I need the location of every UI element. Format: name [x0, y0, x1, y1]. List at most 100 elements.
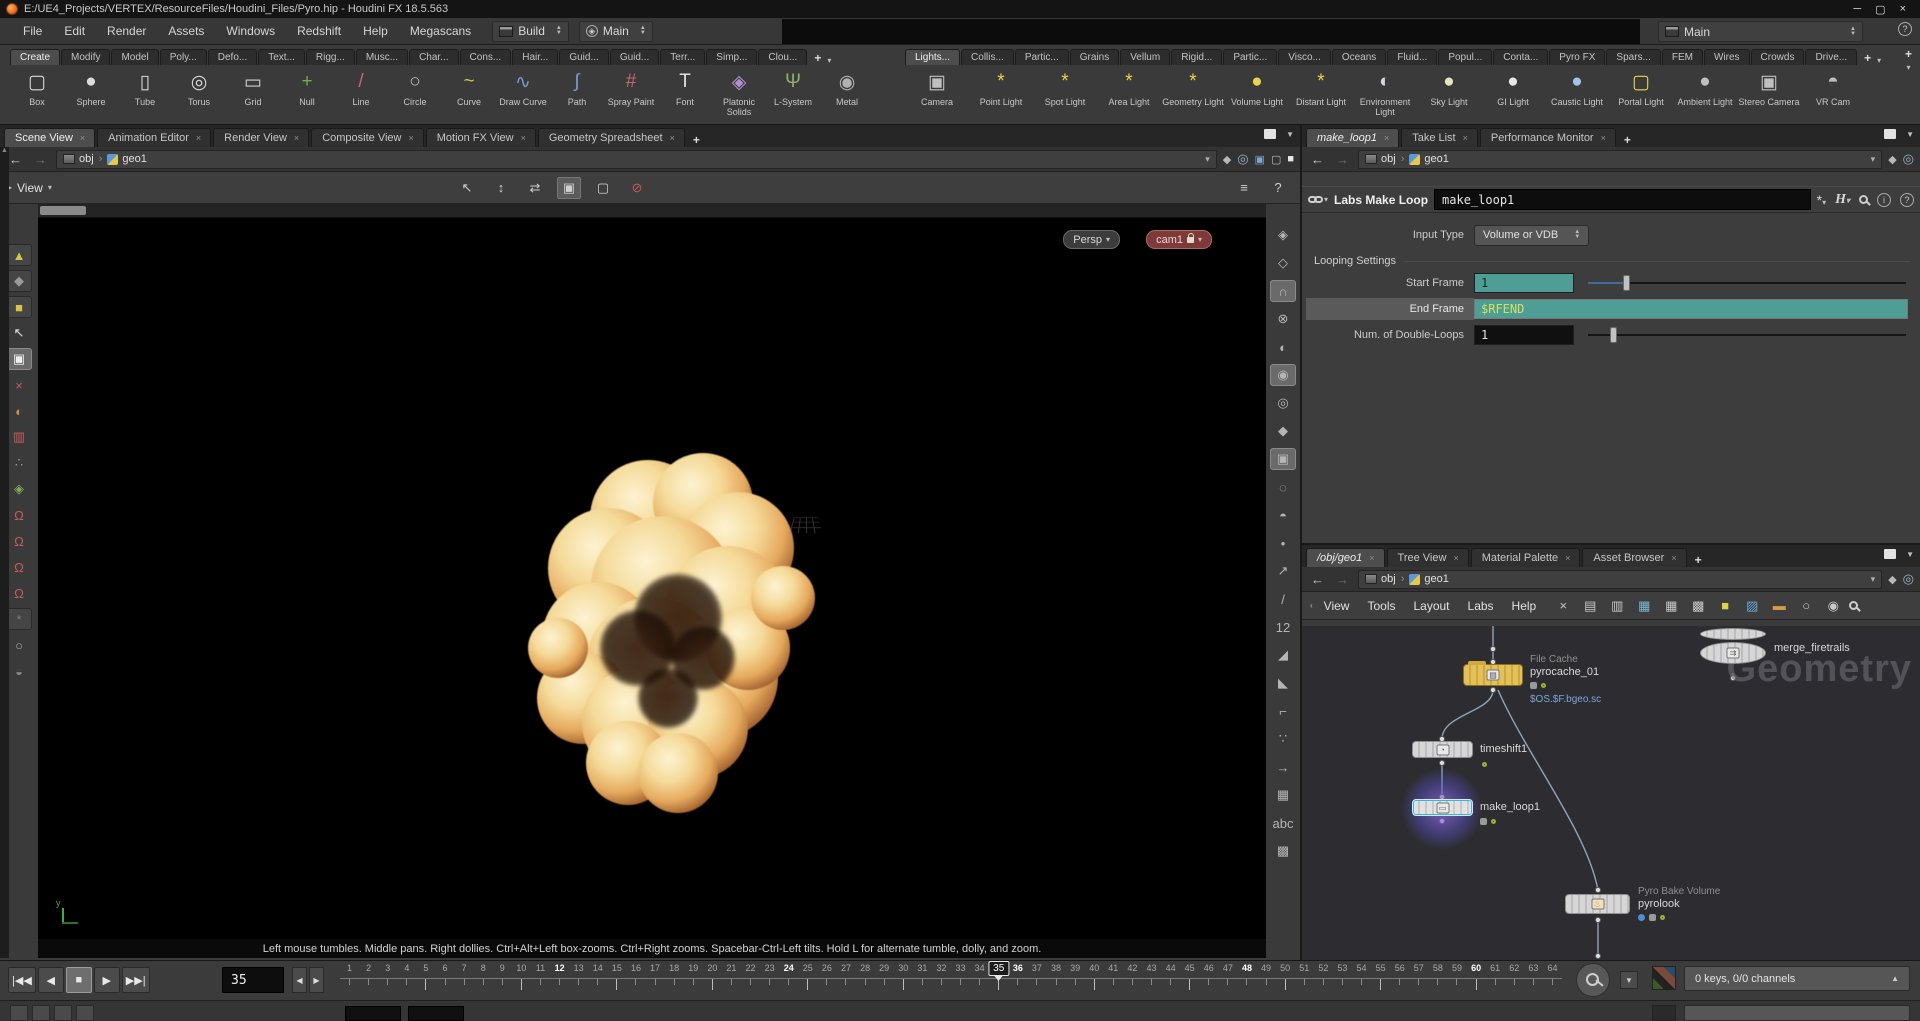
back-button[interactable]: ←: [1308, 152, 1327, 167]
shelf-tool-curve[interactable]: ~Curve: [442, 68, 496, 121]
shelf-tab-collis[interactable]: Collis...: [961, 49, 1014, 65]
lock-icon[interactable]: ▣: [6, 348, 32, 370]
range-end-field[interactable]: [408, 1006, 464, 1021]
camera-view-button[interactable]: cam1 ▾: [1146, 230, 1212, 249]
shelf-tab-pyrofx[interactable]: Pyro FX: [1549, 49, 1605, 65]
current-frame-field[interactable]: 35: [222, 967, 284, 993]
double-loops-slider[interactable]: [1588, 325, 1906, 345]
path-root[interactable]: obj: [63, 153, 94, 165]
headlight-icon[interactable]: ◎: [1270, 392, 1296, 414]
menu-redshift[interactable]: Redshift: [286, 18, 352, 44]
shelf-tab-crowds[interactable]: Crowds: [1751, 49, 1805, 65]
input-type-select[interactable]: Volume or VDB ▲▼: [1474, 225, 1589, 246]
tab-take-list[interactable]: Take List×: [1401, 128, 1478, 147]
close-tab-icon[interactable]: ×: [1463, 133, 1468, 143]
close-tab-icon[interactable]: ×: [196, 133, 201, 143]
tab-composite-view[interactable]: Composite View×: [311, 128, 424, 147]
shelf-tab-spars[interactable]: Spars...: [1606, 49, 1660, 65]
shelf-tool-circle[interactable]: ○Circle: [388, 68, 442, 121]
back-button[interactable]: ←: [1308, 572, 1327, 587]
scale-tool-icon[interactable]: ▥: [6, 426, 32, 448]
shelf-tool-draw-curve[interactable]: ∿Draw Curve: [496, 68, 550, 121]
shelf-tab-fluid[interactable]: Fluid...: [1387, 49, 1437, 65]
maximize-pane-icon[interactable]: [1264, 129, 1276, 139]
display-points-icon[interactable]: ◆: [6, 270, 32, 292]
close-tab-icon[interactable]: ×: [1369, 553, 1374, 563]
key-options-caret[interactable]: ▼: [1620, 971, 1638, 989]
shelf-tab-fem[interactable]: FEM: [1662, 49, 1703, 65]
menu-file[interactable]: File: [12, 18, 53, 44]
network-menu-help[interactable]: Help: [1503, 599, 1546, 613]
add-shelf-tab-button[interactable]: +: [1858, 51, 1877, 65]
menu-assets[interactable]: Assets: [157, 18, 215, 44]
vector-display-icon[interactable]: →: [1270, 756, 1296, 778]
materials-icon[interactable]: ◆: [1270, 420, 1296, 442]
brush-icon[interactable]: *: [6, 608, 32, 630]
shelf-tool-vr-cam[interactable]: ◓VR Cam: [1801, 68, 1865, 121]
prev-frame-button[interactable]: ◀: [38, 967, 64, 993]
channel-scope-icon[interactable]: [1652, 966, 1676, 990]
pane-display-icon[interactable]: ■: [1287, 153, 1294, 165]
channel-scope-icon[interactable]: [1652, 1005, 1676, 1021]
pose-tool-icon[interactable]: ◈: [6, 478, 32, 500]
maximize-button[interactable]: ▢: [1875, 3, 1885, 16]
search-icon[interactable]: [1859, 195, 1868, 204]
tab-material-palette[interactable]: Material Palette×: [1471, 548, 1581, 567]
add-pane-tab-button[interactable]: +: [1689, 553, 1708, 567]
shelf-tab-wires[interactable]: Wires: [1704, 49, 1750, 65]
pin-icon[interactable]: ◆: [1888, 153, 1896, 166]
shelf-menu-caret[interactable]: ▾: [1906, 63, 1910, 72]
radial-menu-icon[interactable]: ◎: [1237, 151, 1248, 167]
shelf-tab-model[interactable]: Model: [111, 49, 158, 65]
maximize-pane-icon[interactable]: [1884, 129, 1896, 139]
disable-lighting-icon[interactable]: ⊗: [1270, 308, 1296, 330]
range-start-field[interactable]: [345, 1006, 401, 1021]
close-tab-icon[interactable]: ×: [1565, 553, 1570, 563]
node-timeshift1[interactable]: ◔: [1412, 741, 1473, 758]
snapshot-icon[interactable]: ▢: [1271, 153, 1281, 166]
shelf-tool-environment-light[interactable]: ◐Environment Light: [1353, 68, 1417, 121]
menu-megascans[interactable]: Megascans: [399, 18, 482, 44]
spinner-icon[interactable]: ▲▼: [556, 26, 562, 36]
shelf-tab-guid[interactable]: Guid...: [559, 49, 608, 65]
shelf-tool-spray-paint[interactable]: #Spray Paint: [604, 68, 658, 121]
construction-plane-icon[interactable]: ◇: [1270, 252, 1296, 274]
close-tab-icon[interactable]: ×: [294, 133, 299, 143]
select-arrow-icon[interactable]: ↖: [6, 322, 32, 344]
ghost-objects-icon[interactable]: ◓: [1270, 504, 1296, 526]
tab-motion-fx-view[interactable]: Motion FX View×: [426, 128, 536, 147]
shelf-tool-font[interactable]: TFont: [658, 68, 712, 121]
tab-geometry-spreadsheet[interactable]: Geometry Spreadsheet×: [538, 128, 685, 147]
snap-point-icon[interactable]: Ω: [6, 556, 32, 578]
thumbnail-icon[interactable]: ▩: [1688, 597, 1708, 615]
shelf-tool-ambient-light[interactable]: ●Ambient Light: [1673, 68, 1737, 121]
minimize-button[interactable]: ─: [1853, 3, 1861, 16]
last-frame-button[interactable]: ▶▶|: [122, 967, 150, 993]
close-tab-icon[interactable]: ×: [408, 133, 413, 143]
playbar-option-button[interactable]: [76, 1005, 94, 1021]
color-palette-icon[interactable]: ▦: [1634, 597, 1654, 615]
keys-channels-display[interactable]: 0 keys, 0/0 channels ▲: [1684, 966, 1910, 991]
box-select-icon[interactable]: ▢: [591, 177, 615, 199]
shelf-tool-line[interactable]: /Line: [334, 68, 388, 121]
pane-menu-caret[interactable]: ▼: [1906, 130, 1914, 139]
path-dropdown-caret[interactable]: ▾: [1205, 154, 1210, 165]
path-field[interactable]: obj › geo1 ▾: [1358, 570, 1882, 589]
lighting-icon[interactable]: ◉: [1270, 364, 1296, 386]
shelf-tab-partic[interactable]: Partic...: [1223, 49, 1277, 65]
collapse-menu-caret[interactable]: ‹: [1310, 601, 1313, 610]
network-menu-labs[interactable]: Labs: [1459, 599, 1503, 613]
add-shelf-tab-button[interactable]: +: [808, 51, 827, 65]
add-pane-tab-button[interactable]: +: [687, 133, 706, 147]
start-frame-field[interactable]: 1: [1474, 273, 1574, 293]
menu-render[interactable]: Render: [96, 18, 157, 44]
circle-select-icon[interactable]: ○: [6, 634, 32, 656]
shelf-tab-caret[interactable]: ▾: [1877, 56, 1881, 65]
start-frame-slider[interactable]: [1588, 273, 1906, 293]
point-trails-icon[interactable]: /: [1270, 588, 1296, 610]
grid-snap-icon[interactable]: ▦: [1661, 597, 1681, 615]
shelf-tool-point-light[interactable]: *Point Light: [969, 68, 1033, 121]
node-pyrolook[interactable]: ♨: [1565, 894, 1630, 914]
shelf-tool-distant-light[interactable]: *Distant Light: [1289, 68, 1353, 121]
shelf-tab-lights[interactable]: Lights...: [905, 49, 960, 65]
